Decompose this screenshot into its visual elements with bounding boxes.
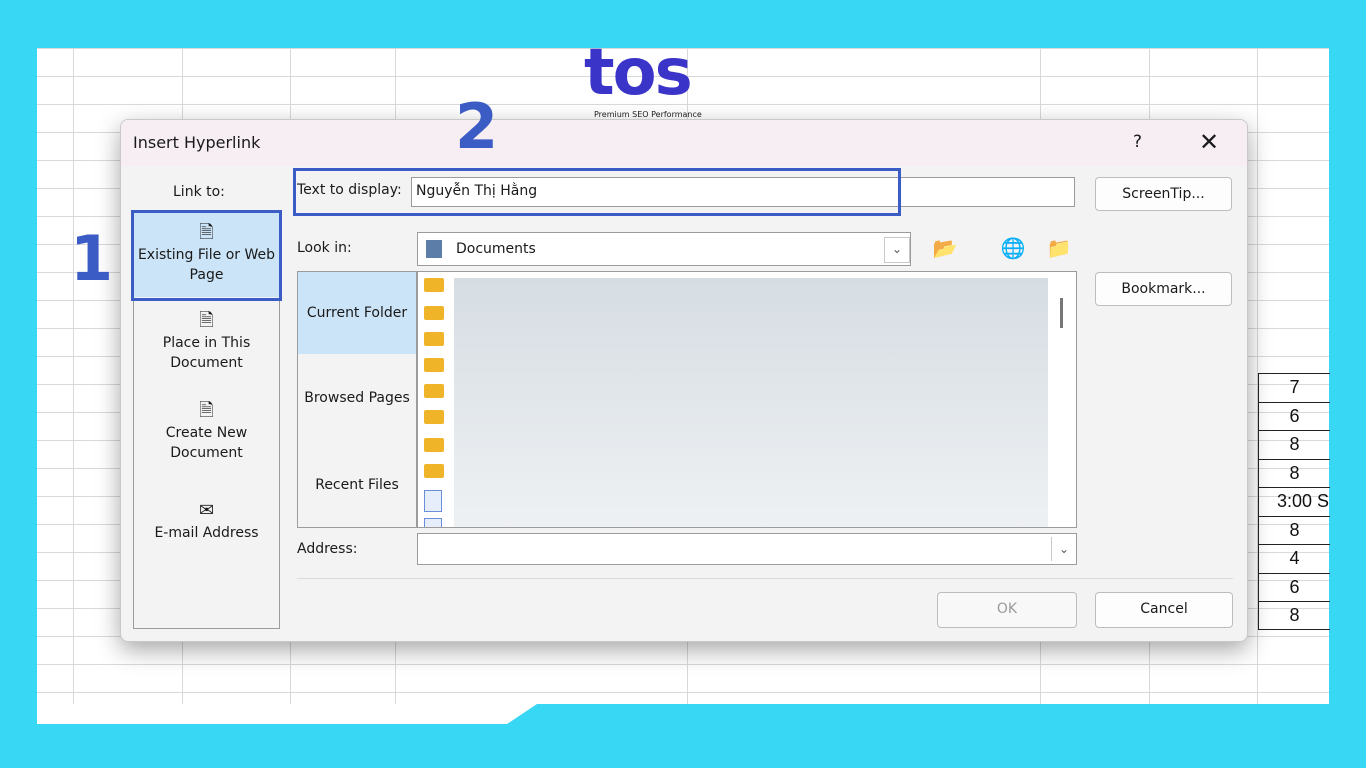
scrollbar-thumb[interactable] xyxy=(1060,298,1063,328)
new-document-icon: 🗎 xyxy=(199,400,214,421)
tos-logo: tos Premium SEO Performance xyxy=(584,38,734,122)
look-in-value: Documents xyxy=(456,241,536,257)
logo-wordmark: tos xyxy=(584,36,693,110)
browse-web-icon[interactable]: 🌐 xyxy=(997,232,1029,264)
dialog-titlebar: Insert Hyperlink ? ✕ xyxy=(121,120,1247,166)
chevron-down-icon[interactable]: ⌄ xyxy=(884,237,910,263)
sheet-cell: 4 xyxy=(1258,544,1330,573)
file-list[interactable] xyxy=(417,271,1077,528)
look-in-dropdown[interactable]: Documents ⌄ xyxy=(417,232,911,266)
divider xyxy=(297,578,1233,579)
folder-icon xyxy=(424,410,444,424)
sheet-cell: 3:00 S xyxy=(1258,487,1330,516)
sheet-cell: 6 xyxy=(1258,572,1330,601)
link-new-label: Create New Document xyxy=(165,425,248,461)
place-in-document-icon: 🗎 xyxy=(199,310,214,331)
annotation-highlight-box-2 xyxy=(293,168,901,216)
nav-current-folder[interactable]: Current Folder xyxy=(298,272,416,354)
help-button[interactable]: ? xyxy=(1133,132,1142,152)
screentip-button[interactable]: ScreenTip... xyxy=(1095,177,1232,211)
browse-file-icon[interactable]: 📁 xyxy=(1043,232,1075,264)
ok-button[interactable]: OK xyxy=(937,592,1077,628)
link-email-label: E-mail Address xyxy=(154,525,259,541)
close-button[interactable]: ✕ xyxy=(1199,128,1219,156)
sheet-cell: 8 xyxy=(1258,601,1330,630)
cancel-button[interactable]: Cancel xyxy=(1095,592,1233,628)
address-label: Address: xyxy=(297,541,358,557)
decor-bottom-tab xyxy=(37,704,537,724)
sheet-cell: 8 xyxy=(1258,430,1330,459)
decor-right-band xyxy=(1329,0,1366,768)
link-place-label: Place in This Document xyxy=(162,335,251,371)
nav-recent-files[interactable]: Recent Files xyxy=(298,477,416,493)
look-in-label: Look in: xyxy=(297,240,352,256)
sheet-cell: 8 xyxy=(1258,515,1330,544)
folder-icon xyxy=(424,464,444,478)
step-number-1: 1 xyxy=(70,222,114,295)
sheet-cell: 7 xyxy=(1258,373,1330,402)
bookmark-button[interactable]: Bookmark... xyxy=(1095,272,1232,306)
dialog-title: Insert Hyperlink xyxy=(133,133,261,152)
folder-icon xyxy=(424,384,444,398)
document-icon xyxy=(424,518,442,527)
sheet-cell: 6 xyxy=(1258,401,1330,430)
chevron-down-icon[interactable]: ⌄ xyxy=(1051,537,1076,561)
step-number-2: 2 xyxy=(455,90,499,163)
folder-icon xyxy=(424,438,444,452)
address-input[interactable]: ⌄ xyxy=(417,533,1077,565)
documents-icon xyxy=(426,240,442,258)
up-folder-icon[interactable]: 📂 xyxy=(929,232,961,264)
sheet-data-column: 7 6 8 8 3:00 S 8 4 6 8 xyxy=(1258,373,1330,630)
sheet-cell: 8 xyxy=(1258,458,1330,487)
folder-icon xyxy=(424,278,444,292)
folder-icon xyxy=(424,306,444,320)
blurred-file-names xyxy=(454,278,1048,527)
insert-hyperlink-dialog: Insert Hyperlink ? ✕ Link to: 🗎 Existing… xyxy=(120,119,1248,642)
annotation-highlight-box-1 xyxy=(131,210,282,301)
folder-icon xyxy=(424,332,444,346)
logo-tagline: Premium SEO Performance xyxy=(594,110,702,119)
email-icon: ✉ xyxy=(198,500,215,521)
link-to-label: Link to: xyxy=(173,184,225,200)
link-create-new-document[interactable]: 🗎 Create New Document xyxy=(134,401,279,463)
link-email-address[interactable]: ✉ E-mail Address xyxy=(134,501,279,543)
folder-icon xyxy=(424,358,444,372)
browse-nav-panel: Current Folder Browsed Pages Recent File… xyxy=(297,271,417,528)
link-place-in-document[interactable]: 🗎 Place in This Document xyxy=(134,311,279,373)
nav-browsed-pages[interactable]: Browsed Pages xyxy=(298,390,416,406)
document-icon xyxy=(424,490,442,512)
